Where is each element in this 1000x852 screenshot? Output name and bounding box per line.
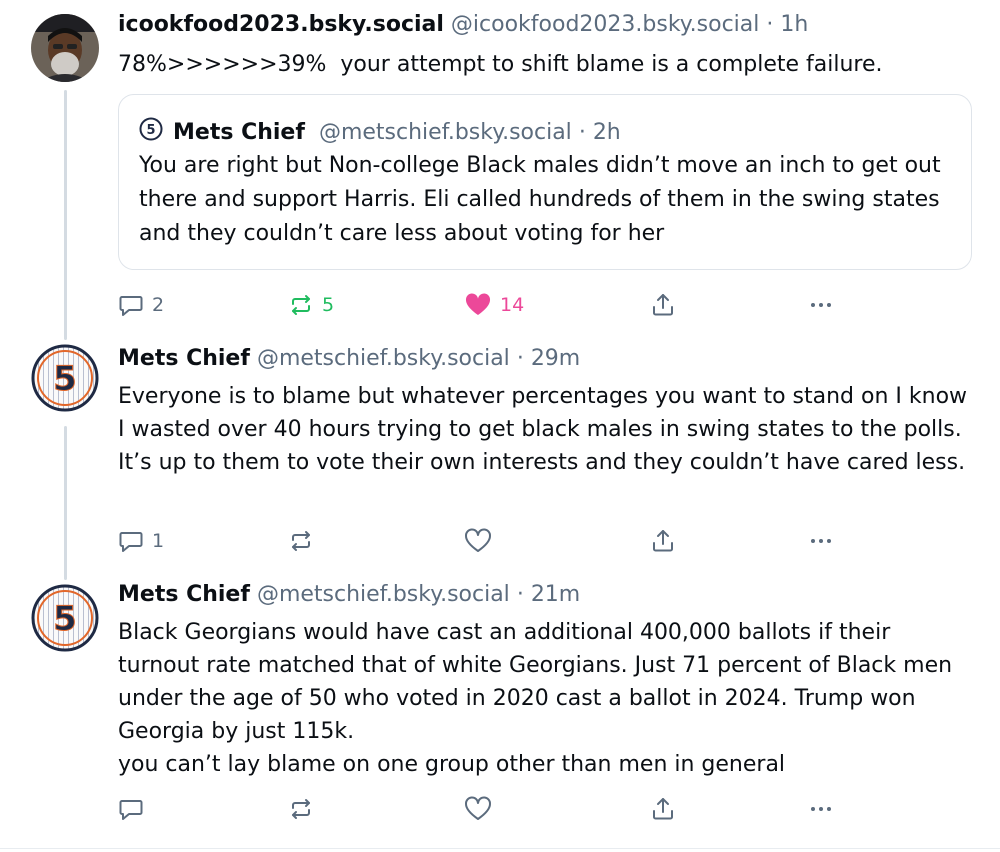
ellipsis-icon	[811, 539, 831, 543]
repost-button[interactable]	[288, 526, 322, 556]
reply-count: 2	[152, 294, 165, 316]
share-icon	[653, 798, 673, 820]
quoted-post-time[interactable]: 2h	[593, 120, 621, 145]
quoted-author-name[interactable]: Mets Chief	[173, 120, 305, 145]
like-button[interactable]: 14	[464, 290, 524, 320]
quoted-author-handle[interactable]: @metschief.bsky.social	[319, 120, 572, 145]
reply-icon	[119, 532, 143, 552]
reply-count: 1	[152, 530, 165, 552]
share-button[interactable]	[650, 794, 676, 824]
reply-icon	[119, 800, 143, 820]
reply-button[interactable]	[118, 794, 152, 824]
post-actions	[118, 794, 838, 824]
repost-button[interactable]: 5	[288, 290, 334, 320]
author-name[interactable]: icookfood2023.bsky.social	[118, 12, 444, 37]
repost-icon	[292, 531, 310, 551]
post-header: icookfood2023.bsky.social @icookfood2023…	[118, 12, 808, 37]
feed-divider	[0, 848, 1000, 849]
avatar-number: 5	[53, 599, 77, 639]
separator-dot: ·	[766, 12, 774, 37]
more-options-button[interactable]	[808, 290, 834, 320]
mets-chief-avatar[interactable]: 5	[31, 584, 99, 652]
quoted-post-text: You are right but Non-college Black male…	[139, 153, 941, 246]
quoted-author-avatar: 5	[139, 117, 163, 147]
share-button[interactable]	[650, 290, 676, 320]
quoted-post-header: 5 Mets Chief @metschief.bsky.social · 2h	[139, 117, 621, 147]
post-text: 78%>>>>>>39% your attempt to shift blame…	[118, 52, 883, 77]
heart-icon	[465, 528, 491, 552]
post-text: Black Georgians would have cast an addit…	[118, 620, 953, 777]
share-icon	[653, 294, 673, 316]
post-header: Mets Chief @metschief.bsky.social · 29m	[118, 346, 580, 371]
share-icon	[653, 530, 673, 552]
repost-button[interactable]	[288, 794, 322, 824]
author-handle[interactable]: @metschief.bsky.social	[257, 582, 510, 607]
ellipsis-icon	[811, 807, 831, 811]
reply-button[interactable]: 2	[118, 290, 164, 320]
like-button[interactable]	[464, 526, 500, 556]
author-handle[interactable]: @metschief.bsky.social	[257, 346, 510, 371]
heart-filled-icon	[465, 293, 491, 315]
post-text: Everyone is to blame but whatever percen…	[118, 384, 975, 475]
like-count: 14	[500, 294, 525, 316]
ellipsis-icon	[811, 303, 831, 307]
separator-dot: ·	[516, 346, 524, 371]
separator-dot: ·	[516, 582, 524, 607]
quoted-avatar-number: 5	[146, 123, 155, 138]
post-actions: 1	[118, 526, 838, 556]
heart-icon	[465, 796, 491, 820]
more-options-button[interactable]	[808, 794, 834, 824]
quoted-post[interactable]: 5 Mets Chief @metschief.bsky.social · 2h…	[118, 94, 972, 270]
repost-count: 5	[322, 294, 335, 316]
mets-chief-avatar[interactable]: 5	[31, 344, 99, 412]
post-header: Mets Chief @metschief.bsky.social · 21m	[118, 582, 580, 607]
repost-icon	[292, 799, 310, 819]
reply-button[interactable]: 1	[118, 526, 164, 556]
post-1[interactable]: icookfood2023.bsky.social @icookfood2023…	[0, 0, 1000, 340]
post-2[interactable]: 5 Mets Chief @metschief.bsky.social · 29…	[0, 340, 1000, 580]
post-time[interactable]: 29m	[531, 346, 580, 371]
post-time[interactable]: 1h	[780, 12, 808, 37]
author-name[interactable]: Mets Chief	[118, 582, 250, 607]
reply-icon	[119, 296, 143, 316]
thread-connector-line	[64, 426, 67, 580]
author-handle[interactable]: @icookfood2023.bsky.social	[451, 12, 759, 37]
avatar-number: 5	[53, 359, 77, 399]
thread-connector-line	[64, 90, 67, 340]
user-avatar[interactable]	[31, 14, 99, 82]
like-button[interactable]	[464, 794, 500, 824]
more-options-button[interactable]	[808, 526, 834, 556]
post-time[interactable]: 21m	[531, 582, 580, 607]
author-name[interactable]: Mets Chief	[118, 346, 250, 371]
post-3[interactable]: 5 Mets Chief @metschief.bsky.social · 21…	[0, 580, 1000, 848]
post-actions: 2 5 14	[118, 290, 838, 320]
share-button[interactable]	[650, 526, 676, 556]
repost-icon	[292, 295, 310, 315]
separator-dot: ·	[578, 119, 586, 145]
